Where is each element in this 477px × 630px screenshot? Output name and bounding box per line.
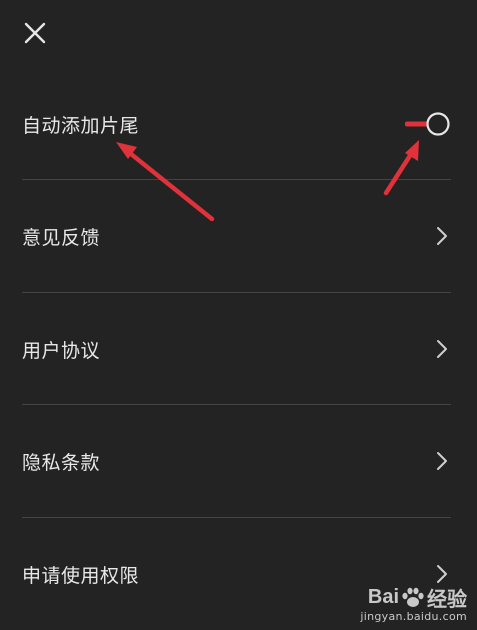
setting-permissions-label: 申请使用权限	[22, 564, 140, 587]
setting-auto-outro-label: 自动添加片尾	[22, 114, 140, 137]
chevron-right-icon	[433, 337, 451, 361]
setting-privacy-label: 隐私条款	[22, 451, 101, 474]
auto-outro-toggle[interactable]	[404, 111, 451, 137]
setting-feedback[interactable]: 意见反馈	[22, 180, 451, 292]
watermark-brand-right: 经验	[427, 589, 467, 611]
setting-privacy[interactable]: 隐私条款	[22, 405, 451, 517]
setting-feedback-label: 意见反馈	[22, 226, 101, 249]
close-button[interactable]	[20, 18, 50, 48]
setting-auto-outro: 自动添加片尾	[22, 68, 451, 180]
chevron-right-icon	[433, 224, 451, 248]
watermark-url: jingyan.baidu.com	[360, 610, 467, 623]
paw-icon	[402, 587, 424, 607]
watermark: Bai 经验 jingyan.baidu.com	[360, 583, 467, 623]
chevron-right-icon	[433, 449, 451, 473]
setting-user-agreement[interactable]: 用户协议	[22, 293, 451, 405]
watermark-brand-left: Bai	[367, 586, 399, 608]
close-icon	[24, 22, 46, 44]
setting-user-agreement-label: 用户协议	[22, 339, 101, 362]
